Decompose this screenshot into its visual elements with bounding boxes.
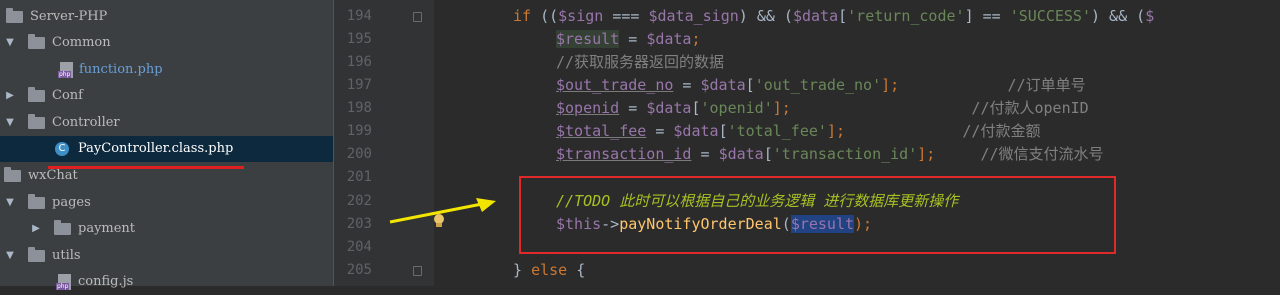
- line-number: 196: [346, 54, 372, 70]
- code-line-196: //获取服务器返回的数据: [556, 53, 725, 71]
- project-tree-panel: Server-PHP ▼ Common function.php ▶ Conf …: [0, 0, 333, 290]
- tree-item-conf[interactable]: ▶ Conf: [0, 83, 333, 109]
- expand-arrow-icon[interactable]: ▼: [4, 30, 16, 56]
- tree-item-utils[interactable]: ▼ utils: [0, 243, 333, 269]
- code-line-195: $result = $data;: [556, 30, 701, 48]
- php-class-icon: C: [55, 142, 69, 156]
- tree-item-label: config.js: [78, 274, 134, 289]
- tree-item-common[interactable]: ▼ Common: [0, 30, 333, 56]
- tree-item-label: pages: [52, 195, 91, 210]
- folder-icon: [28, 194, 45, 209]
- collapse-arrow-icon[interactable]: ▶: [4, 83, 16, 109]
- tree-item-controller[interactable]: ▼ Controller: [0, 110, 333, 136]
- folder-icon: [28, 247, 45, 262]
- line-number: 199: [346, 123, 372, 139]
- code-line-200: $transaction_id = $data['transaction_id'…: [556, 145, 1104, 163]
- yellow-arrow-annotation: [389, 198, 496, 224]
- line-number: 198: [346, 100, 372, 116]
- line-number-gutter: 194 195 196 197 198 199 200 201 202 203 …: [334, 0, 434, 286]
- tree-item-server-php[interactable]: Server-PHP: [0, 4, 333, 30]
- line-number: 201: [346, 169, 372, 185]
- expand-arrow-icon[interactable]: ▼: [4, 110, 16, 136]
- tree-item-config-js[interactable]: config.js: [0, 269, 333, 295]
- line-number: 203: [346, 216, 372, 232]
- code-line-205: } else {: [513, 261, 586, 279]
- js-file-icon: [56, 274, 71, 290]
- collapse-arrow-icon[interactable]: ▶: [30, 216, 42, 242]
- red-underline-annotation: [48, 166, 244, 169]
- tree-item-pages[interactable]: ▼ pages: [0, 190, 333, 216]
- expand-arrow-icon[interactable]: ▼: [4, 243, 16, 269]
- tree-item-paycontroller[interactable]: C PayController.class.php: [0, 136, 333, 162]
- line-number: 195: [346, 31, 372, 47]
- tree-item-label: function.php: [79, 62, 163, 77]
- line-number: 204: [346, 239, 372, 255]
- folder-icon: [54, 220, 71, 235]
- tree-item-label: PayController.class.php: [78, 141, 234, 156]
- tree-item-label: Conf: [52, 88, 83, 103]
- code-line-199: $total_fee = $data['total_fee']; //付款金额: [556, 122, 1041, 140]
- code-line-197: $out_trade_no = $data['out_trade_no']; /…: [556, 76, 1086, 94]
- php-file-icon: [58, 62, 73, 78]
- tree-item-payment[interactable]: ▶ payment: [0, 216, 333, 242]
- folder-icon: [28, 34, 45, 49]
- tree-item-label: payment: [78, 221, 136, 236]
- tree-item-label: Common: [52, 35, 111, 50]
- folder-icon: [28, 114, 45, 129]
- tree-item-function-php[interactable]: function.php: [0, 57, 333, 83]
- expand-arrow-icon[interactable]: ▼: [4, 190, 16, 216]
- tree-item-label: utils: [52, 248, 81, 263]
- line-number: 202: [346, 193, 372, 209]
- line-number: 205: [346, 262, 372, 278]
- fold-marker-icon[interactable]: [413, 12, 422, 22]
- tree-item-label: Controller: [52, 115, 120, 130]
- line-number: 197: [346, 77, 372, 93]
- line-number: 200: [346, 146, 372, 162]
- folder-icon: [6, 8, 23, 23]
- code-line-194: if (($sign === $data_sign) && ($data['re…: [513, 7, 1155, 25]
- folder-icon: [4, 167, 21, 182]
- folder-icon: [28, 87, 45, 102]
- red-highlight-box-annotation: [519, 176, 1116, 254]
- fold-marker-icon[interactable]: [413, 266, 422, 276]
- code-line-198: $openid = $data['openid']; //付款人openID: [556, 99, 1089, 117]
- tree-item-label: Server-PHP: [30, 9, 108, 24]
- line-number: 194: [346, 8, 372, 24]
